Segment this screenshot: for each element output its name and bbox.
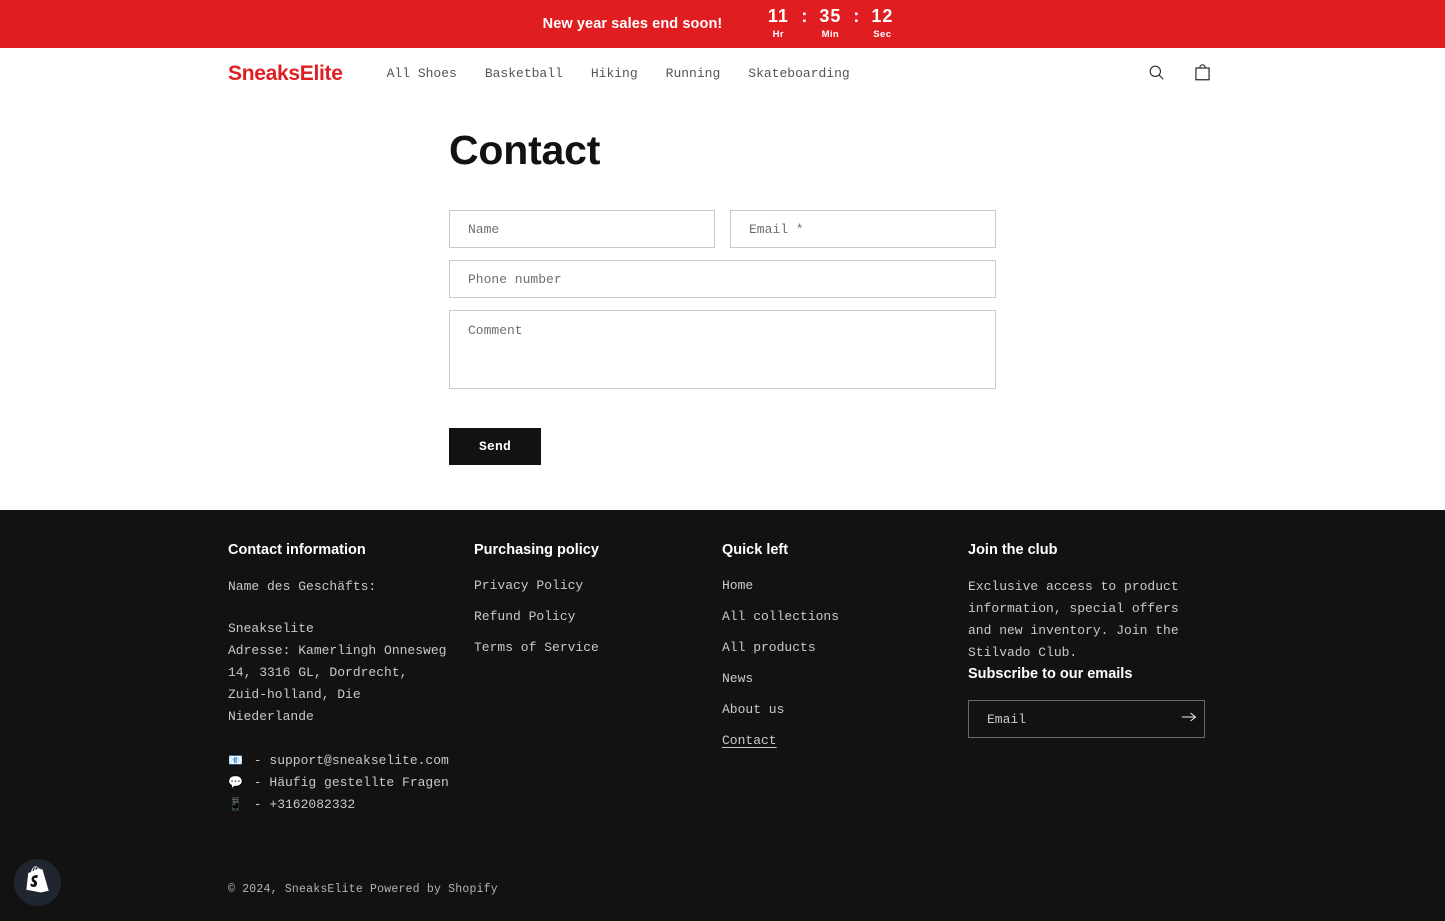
list-item: Terms of Service [474, 638, 702, 656]
contact-email-text[interactable]: - support@sneakselite.com [246, 750, 449, 772]
contact-row-email: 📧 - support@sneakselite.com [228, 750, 454, 772]
footer-column-join-the-club: Join the club Exclusive access to produc… [968, 542, 1216, 816]
footer-link-home[interactable]: Home [722, 578, 753, 593]
search-button[interactable] [1141, 59, 1171, 89]
contact-info-rows: 📧 - support@sneakselite.com 💬 - Häufig g… [228, 750, 454, 816]
search-icon [1147, 63, 1166, 85]
footer-link-privacy-policy[interactable]: Privacy Policy [474, 578, 583, 593]
subscribe-heading: Subscribe to our emails [968, 666, 1196, 682]
copyright-text: © 2024, SneaksElite Powered by Shopify [228, 883, 498, 896]
countdown-seconds: 12 Sec [862, 7, 902, 41]
footer-link-all-products[interactable]: All products [722, 640, 816, 655]
field-email [730, 210, 996, 248]
page-title: Contact [228, 99, 1217, 171]
footer-link-terms-of-service[interactable]: Terms of Service [474, 640, 599, 655]
contact-form: Send [449, 210, 996, 465]
form-row-comment [449, 310, 996, 394]
copyright-year: © 2024, [228, 883, 285, 896]
field-name [449, 210, 715, 248]
countdown-timer: 11 Hr : 35 Min : 12 Sec [758, 7, 902, 41]
nav-item-all-shoes[interactable]: All Shoes [387, 66, 457, 81]
countdown-hours: 11 Hr [758, 7, 798, 41]
comment-textarea[interactable] [449, 310, 996, 389]
newsletter-email-input[interactable] [969, 701, 1173, 737]
countdown-separator-1: : [798, 7, 810, 25]
footer-heading-purchasing-policy: Purchasing policy [474, 542, 702, 558]
name-input[interactable] [449, 210, 715, 248]
mobile-phone-icon: 📱 [228, 794, 246, 816]
contact-info-line-2: Sneakselite [228, 618, 454, 640]
announcement-message: New year sales end soon! [543, 16, 723, 32]
shopify-badge[interactable] [14, 859, 61, 906]
newsletter-form [968, 700, 1205, 738]
main-content: Contact Send [0, 99, 1445, 510]
site-logo[interactable]: SneaksElite [228, 62, 343, 86]
list-item: News [722, 669, 948, 687]
email-input[interactable] [730, 210, 996, 248]
countdown-separator-2: : [850, 7, 862, 25]
list-item: Contact [722, 731, 948, 749]
phone-input[interactable] [449, 260, 996, 298]
arrow-right-icon [1181, 710, 1197, 728]
join-the-club-description: Exclusive access to product information,… [968, 576, 1196, 664]
announcement-bar: New year sales end soon! 11 Hr : 35 Min … [0, 0, 1445, 48]
footer-link-news[interactable]: News [722, 671, 753, 686]
nav-item-basketball[interactable]: Basketball [485, 66, 563, 81]
footer-link-all-collections[interactable]: All collections [722, 609, 839, 624]
list-item: All collections [722, 607, 948, 625]
powered-by-text: Powered by Shopify [363, 883, 498, 896]
list-item: Refund Policy [474, 607, 702, 625]
countdown-minutes-label: Min [822, 29, 840, 41]
footer-heading-contact-information: Contact information [228, 542, 454, 558]
countdown-minutes-value: 35 [819, 7, 841, 25]
contact-row-phone: 📱 - +3162082332 [228, 794, 454, 816]
list-item: Home [722, 576, 948, 594]
quick-left-links: Home All collections All products News A… [722, 576, 948, 749]
cart-button[interactable] [1187, 59, 1217, 89]
list-item: Privacy Policy [474, 576, 702, 594]
footer-bottom: © 2024, SneaksElite Powered by Shopify [228, 816, 1217, 921]
list-item: All products [722, 638, 948, 656]
speech-balloon-icon: 💬 [228, 772, 246, 794]
nav-item-hiking[interactable]: Hiking [591, 66, 638, 81]
field-phone [449, 260, 996, 298]
main-navigation: All Shoes Basketball Hiking Running Skat… [387, 66, 1141, 81]
shopify-logo-icon [25, 866, 51, 899]
footer-link-contact[interactable]: Contact [722, 733, 777, 748]
header-actions [1141, 59, 1217, 89]
form-row-phone [449, 260, 996, 298]
countdown-hours-label: Hr [773, 29, 784, 41]
contact-phone-text[interactable]: - +3162082332 [246, 794, 355, 816]
footer-link-about-us[interactable]: About us [722, 702, 784, 717]
footer-link-refund-policy[interactable]: Refund Policy [474, 609, 575, 624]
contact-info-line-1: Name des Geschäfts: [228, 576, 454, 598]
list-item: About us [722, 700, 948, 718]
footer-column-quick-left: Quick left Home All collections All prod… [722, 542, 968, 816]
footer-heading-join-the-club: Join the club [968, 542, 1196, 558]
site-header: SneaksElite All Shoes Basketball Hiking … [0, 48, 1445, 99]
nav-item-running[interactable]: Running [666, 66, 721, 81]
site-footer: Contact information Name des Geschäfts: … [0, 510, 1445, 921]
cart-icon [1192, 62, 1213, 86]
newsletter-submit-button[interactable] [1173, 701, 1204, 737]
contact-info-address: Adresse: Kamerlingh Onnesweg 14, 3316 GL… [228, 640, 454, 728]
copyright-shop-link[interactable]: SneaksElite [285, 883, 363, 896]
send-button[interactable]: Send [449, 428, 541, 465]
form-row-name-email [449, 210, 996, 248]
footer-column-contact-information: Contact information Name des Geschäfts: … [228, 542, 474, 816]
countdown-seconds-value: 12 [871, 7, 893, 25]
contact-faq-text[interactable]: - Häufig gestellte Fragen [246, 772, 449, 794]
contact-row-faq: 💬 - Häufig gestellte Fragen [228, 772, 454, 794]
countdown-minutes: 35 Min [810, 7, 850, 41]
email-icon: 📧 [228, 750, 246, 772]
footer-columns: Contact information Name des Geschäfts: … [228, 510, 1217, 816]
countdown-seconds-label: Sec [873, 29, 891, 41]
countdown-hours-value: 11 [768, 7, 789, 25]
footer-heading-quick-left: Quick left [722, 542, 948, 558]
nav-item-skateboarding[interactable]: Skateboarding [748, 66, 849, 81]
purchasing-policy-links: Privacy Policy Refund Policy Terms of Se… [474, 576, 702, 656]
footer-column-purchasing-policy: Purchasing policy Privacy Policy Refund … [474, 542, 722, 816]
field-comment [449, 310, 996, 394]
